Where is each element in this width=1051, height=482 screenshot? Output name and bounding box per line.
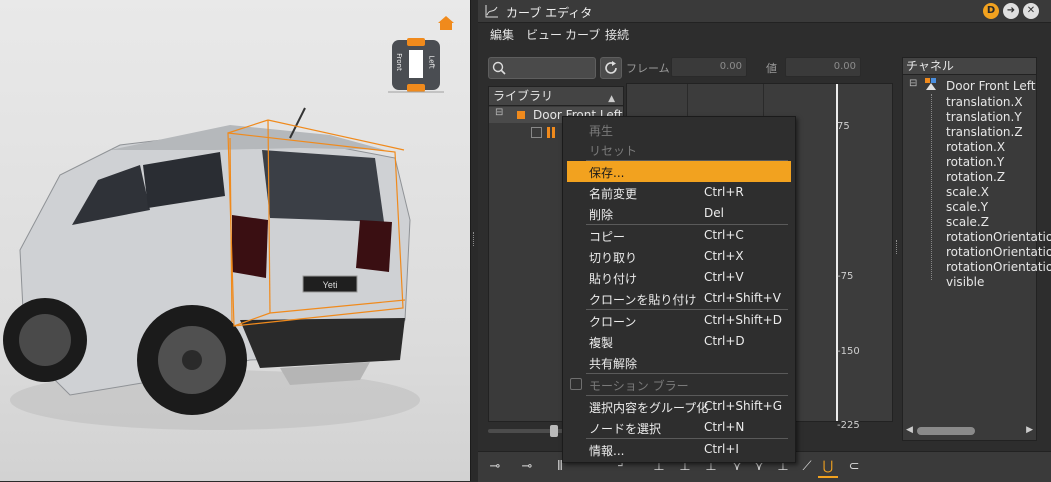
window-title: カーブ エディタ (506, 6, 593, 20)
menu-item-cut[interactable]: 切り取り Ctrl+X (567, 246, 791, 267)
channel-item[interactable]: rotationOrientation (946, 260, 1051, 274)
magnet-snap-icon[interactable]: ⋃ (818, 458, 838, 478)
channel-item[interactable]: rotationOrientation (946, 245, 1051, 259)
channel-horizontal-scrollbar[interactable]: ◀ ▶ (903, 424, 1036, 438)
transform-node-icon (925, 78, 937, 91)
forward-arrow-icon[interactable]: ➜ (1003, 3, 1019, 19)
channel-item[interactable]: translation.X (946, 95, 1023, 109)
key-multi-icon[interactable]: ⊸ (516, 458, 538, 476)
menu-view[interactable]: ビュー (526, 26, 562, 43)
frame-label: フレーム (626, 62, 670, 75)
curve-bars-icon (547, 127, 550, 138)
menu-item-rename[interactable]: 名前変更 Ctrl+R (567, 182, 791, 203)
y-tick-label: 75 (837, 121, 850, 132)
y-tick-label: -225 (837, 420, 860, 431)
dock-icon[interactable]: D (983, 3, 999, 19)
license-plate-text: Yeti (323, 280, 338, 290)
menu-item-group-selection[interactable]: 選択内容をグループ化 Ctrl+Shift+G (567, 396, 791, 417)
tangent-spline-icon[interactable]: ⟋ (798, 458, 816, 476)
time-slider-handle[interactable] (550, 425, 558, 437)
value-label: 値 (766, 62, 777, 75)
channel-panel: チャネル ⊟ Door Front Left translation.X tra… (902, 57, 1051, 441)
menu-item-select-node[interactable]: ノードを選択 Ctrl+N (567, 417, 791, 438)
menu-item-motion-blur[interactable]: モーション ブラー (567, 374, 791, 395)
key-icon[interactable]: ⊸ (484, 458, 506, 476)
channel-item[interactable]: visible (946, 275, 984, 289)
view-cube[interactable]: Front Left (388, 36, 444, 94)
channel-item[interactable]: rotation.Y (946, 155, 1004, 169)
search-icon (492, 61, 506, 75)
playhead[interactable] (836, 84, 838, 421)
channel-item[interactable]: scale.X (946, 185, 989, 199)
search-input[interactable] (488, 57, 596, 79)
y-tick-label: -75 (837, 271, 854, 282)
curve-tool-icon[interactable]: ⊂ (844, 458, 864, 476)
value-input[interactable]: 0.00 (785, 57, 861, 77)
tree-expander-icon[interactable]: ⊟ (495, 107, 503, 118)
menu-item-delete[interactable]: 削除 Del (567, 203, 791, 224)
title-bar: カーブ エディタ D ➜ ✕ (478, 0, 1051, 23)
collapse-arrow-icon[interactable]: ▲ (608, 90, 615, 108)
3d-viewport[interactable]: Yeti Front Left (0, 0, 470, 481)
curve-editor-icon (485, 4, 499, 21)
channel-tree-line (931, 94, 933, 280)
view-cube-left-label[interactable]: Left (428, 55, 436, 68)
frame-input[interactable]: 0.00 (671, 57, 747, 77)
motion-blur-checkbox[interactable] (570, 378, 582, 390)
menu-item-save[interactable]: 保存... (567, 161, 791, 182)
channel-item[interactable]: scale.Z (946, 215, 989, 229)
channel-item[interactable]: translation.Y (946, 110, 1022, 124)
close-icon[interactable]: ✕ (1023, 3, 1039, 19)
menu-item-paste[interactable]: 貼り付け Ctrl+V (567, 267, 791, 288)
refresh-icon (605, 61, 617, 74)
menu-item-info[interactable]: 情報... Ctrl+I (567, 439, 791, 460)
subitem-checkbox[interactable] (531, 127, 542, 138)
channel-item[interactable]: scale.Y (946, 200, 988, 214)
channel-header: チャネル (903, 58, 1036, 75)
menu-item-play[interactable]: 再生 (567, 119, 791, 140)
menu-bar: 編集 ビュー カーブ 接続 (478, 23, 1051, 43)
menu-item-copy[interactable]: コピー Ctrl+C (567, 225, 791, 246)
home-icon[interactable] (437, 15, 455, 31)
refresh-button[interactable] (600, 57, 622, 79)
library-header[interactable]: ライブラリ ▲ (489, 87, 623, 106)
channel-item[interactable]: translation.Z (946, 125, 1023, 139)
channel-root-label[interactable]: Door Front Left (946, 79, 1035, 93)
channel-item[interactable]: rotation.Z (946, 170, 1005, 184)
channel-item[interactable]: rotation.X (946, 140, 1005, 154)
tree-expander-icon[interactable]: ⊟ (909, 78, 917, 89)
channel-splitter[interactable] (896, 240, 900, 254)
context-menu: 再生 リセット 保存... 名前変更 Ctrl+R 削除 Del コピー Ctrl+C… (562, 116, 796, 463)
menu-edit[interactable]: 編集 (490, 26, 514, 43)
view-cube-front-label[interactable]: Front (395, 53, 403, 71)
menu-item-paste-clone[interactable]: クローンを貼り付け Ctrl+Shift+V (567, 288, 791, 309)
scroll-thumb[interactable] (917, 427, 975, 435)
channel-item[interactable]: rotationOrientation (946, 230, 1051, 244)
object-icon (517, 111, 525, 119)
menu-item-clone[interactable]: クローン Ctrl+Shift+D (567, 310, 791, 331)
scroll-right-icon[interactable]: ▶ (1026, 425, 1033, 435)
library-header-label: ライブラリ (493, 89, 554, 103)
menu-item-duplicate[interactable]: 複製 Ctrl+D (567, 331, 791, 352)
scroll-left-icon[interactable]: ◀ (906, 425, 913, 435)
y-tick-label: -150 (837, 346, 860, 357)
menu-connect[interactable]: 接続 (605, 26, 629, 43)
menu-item-reset[interactable]: リセット (567, 139, 791, 160)
menu-curve[interactable]: カーブ (565, 26, 600, 43)
menu-item-unshare[interactable]: 共有解除 (567, 352, 791, 373)
